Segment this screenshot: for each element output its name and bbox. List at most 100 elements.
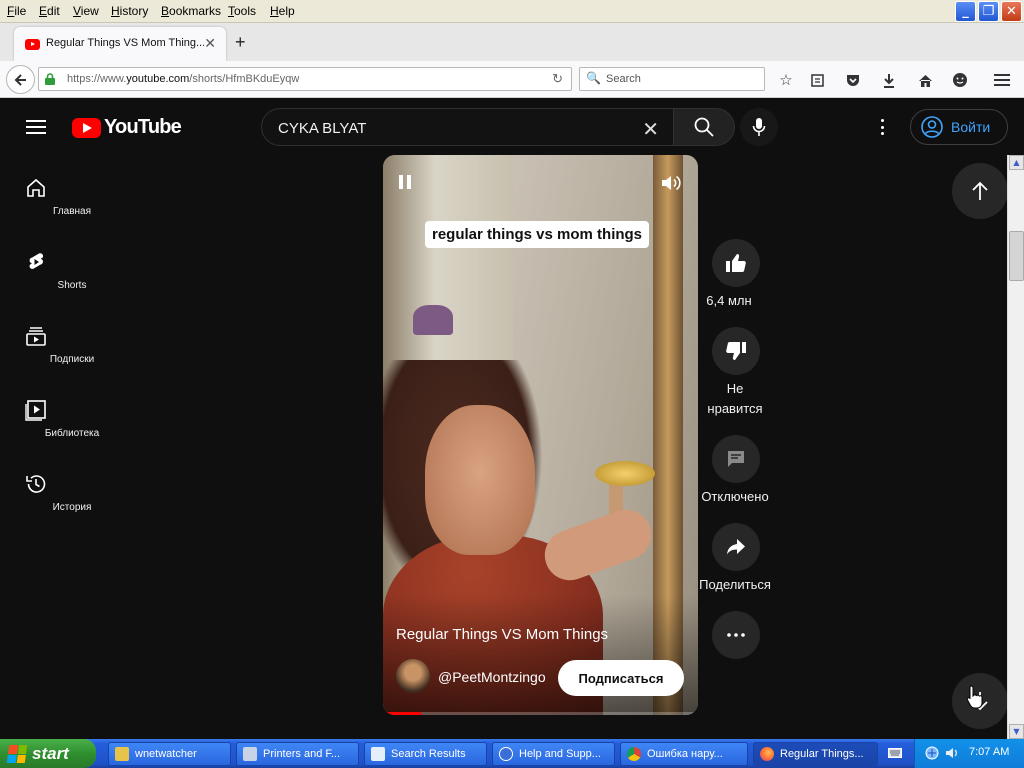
thumbs-up-icon (726, 254, 746, 272)
sidebar-label-library: Библиотека (44, 428, 100, 439)
menu-help[interactable]: Help (270, 4, 295, 18)
account-circle-icon (921, 116, 943, 138)
sidebar-label-subscriptions: Подписки (49, 354, 95, 365)
url-text: https://www.youtube.com/shorts/HfmBKduEy… (67, 73, 300, 85)
volume-tray-icon[interactable] (945, 746, 959, 760)
system-tray: 7:07 AM (914, 739, 1024, 768)
youtube-logo-icon[interactable] (72, 118, 101, 138)
keyboard-icon[interactable] (888, 747, 902, 759)
sidebar-label-home: Главная (52, 206, 92, 217)
taskbar-item-search-results[interactable]: Search Results (364, 742, 487, 766)
taskbar-label: Ошибка нару... (647, 748, 723, 760)
video-progress-fill (383, 712, 421, 715)
feedback-smiley-icon[interactable] (950, 70, 970, 90)
search-button[interactable] (673, 108, 735, 146)
sidebar-item-library[interactable]: Библиотека (0, 399, 99, 463)
hamburger-menu-icon[interactable] (26, 120, 46, 134)
taskbar-item-help-support[interactable]: Help and Supp... (492, 742, 615, 766)
clear-search-icon[interactable]: ✕ (642, 117, 659, 142)
previous-video-button[interactable] (952, 163, 1008, 219)
page-scrollbar[interactable]: ▲ ▼ (1007, 155, 1024, 739)
tab-title: Regular Things VS Mom Thing... (46, 37, 204, 49)
taskbar-item-printers[interactable]: Printers and F... (236, 742, 359, 766)
shorts-video-player[interactable]: regular things vs mom things Regular Thi… (383, 155, 698, 715)
windows-taskbar: start wnetwatcher Printers and F... Sear… (0, 739, 1024, 768)
bookmark-star-icon[interactable]: ☆ (776, 70, 796, 90)
tab-youtube[interactable]: Regular Things VS Mom Thing... ✕ (14, 27, 226, 61)
menu-bookmarks[interactable]: Bookmarks (161, 4, 221, 18)
video-caption-overlay: regular things vs mom things (425, 221, 650, 248)
network-icon[interactable] (925, 746, 939, 760)
more-actions-button[interactable] (712, 611, 760, 659)
taskbar-item-firefox[interactable]: Regular Things... (753, 742, 878, 766)
menu-tools[interactable]: Tools (228, 4, 256, 18)
comments-button[interactable] (712, 435, 760, 483)
browser-menu-icon[interactable] (992, 70, 1012, 90)
search-placeholder: Search (606, 73, 641, 85)
video-progress-bar[interactable] (383, 712, 698, 715)
restore-button[interactable]: ❐ (978, 1, 999, 22)
sidebar-item-home[interactable]: Главная (0, 177, 91, 241)
windows-logo-icon (6, 744, 28, 763)
menu-file[interactable]: File (7, 4, 26, 18)
scroll-down-arrow-icon[interactable]: ▼ (1009, 724, 1024, 739)
start-label: start (32, 743, 69, 763)
more-horizontal-icon (727, 633, 745, 637)
menu-view[interactable]: View (73, 4, 99, 18)
browser-search-field[interactable]: 🔍 Search (579, 67, 765, 91)
video-frame-face (425, 405, 535, 555)
channel-avatar[interactable] (396, 659, 430, 693)
taskbar-label: Regular Things... (780, 748, 864, 760)
lock-icon (45, 73, 55, 85)
more-options-icon[interactable] (872, 116, 892, 138)
minimize-button[interactable]: _ (955, 1, 976, 22)
sidebar-item-shorts[interactable]: Shorts (0, 251, 86, 315)
youtube-search-input[interactable]: CYKA BLYAT ✕ (261, 108, 674, 146)
youtube-logo-text[interactable]: YouTube (104, 116, 182, 139)
like-button[interactable] (712, 239, 760, 287)
taskbar-item-chrome-error[interactable]: Ошибка нару... (620, 742, 748, 766)
pause-icon[interactable] (399, 175, 413, 190)
youtube-page: YouTube CYKA BLYAT ✕ Войти Главная Short… (0, 99, 1024, 739)
voice-search-button[interactable] (740, 108, 778, 146)
start-button[interactable]: start (0, 739, 96, 768)
like-count: 6,4 млн (706, 293, 752, 308)
tab-close-icon[interactable]: ✕ (204, 35, 216, 52)
menu-edit[interactable]: Edit (39, 4, 60, 18)
comment-icon (728, 451, 744, 467)
comments-label: Отключено (701, 489, 769, 504)
printer-icon (243, 747, 257, 761)
tab-strip: Regular Things VS Mom Thing... ✕ + (0, 23, 1024, 61)
sidebar-item-history[interactable]: История (0, 473, 91, 537)
back-arrow-icon[interactable] (6, 65, 35, 94)
address-bar[interactable]: https://www.youtube.com/shorts/HfmBKduEy… (38, 67, 572, 91)
channel-name[interactable]: @PeetMontzingo (438, 669, 546, 685)
dislike-label-line1: Не (726, 381, 744, 396)
dislike-button[interactable] (712, 327, 760, 375)
share-button[interactable] (712, 523, 760, 571)
new-tab-plus-icon[interactable]: + (235, 32, 246, 53)
menu-history[interactable]: History (111, 4, 148, 18)
scrollbar-thumb[interactable] (1009, 231, 1024, 281)
video-title[interactable]: Regular Things VS Mom Things (396, 626, 608, 643)
thumbs-down-icon (726, 342, 746, 360)
volume-icon[interactable] (660, 173, 682, 193)
arrow-up-icon (972, 181, 988, 200)
subscribe-button[interactable]: Подписаться (558, 660, 684, 696)
taskbar-item-wnetwatcher[interactable]: wnetwatcher (108, 742, 231, 766)
sign-in-button[interactable]: Войти (910, 109, 1008, 145)
close-window-button[interactable]: ✕ (1001, 1, 1022, 22)
search-icon (694, 117, 714, 137)
taskbar-label: Search Results (391, 748, 466, 760)
reading-list-icon[interactable] (807, 70, 827, 90)
clock[interactable]: 7:07 AM (969, 746, 1009, 758)
youtube-favicon-icon (25, 39, 40, 50)
home-browser-icon[interactable] (915, 70, 935, 90)
video-frame-plant (413, 305, 453, 335)
pocket-icon[interactable] (843, 70, 863, 90)
share-label: Поделиться (699, 577, 771, 592)
sidebar-item-subscriptions[interactable]: Подписки (0, 325, 94, 389)
scroll-up-arrow-icon[interactable]: ▲ (1009, 155, 1024, 170)
downloads-icon[interactable] (879, 70, 899, 90)
reload-icon[interactable]: ↻ (552, 71, 563, 87)
